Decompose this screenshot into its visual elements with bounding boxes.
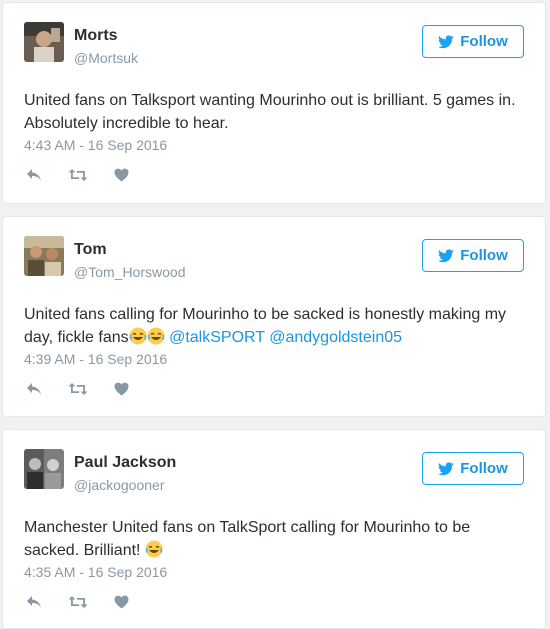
twitter-bird-icon xyxy=(438,248,454,262)
user-handle[interactable]: @Mortsuk xyxy=(74,50,138,66)
twitter-bird-icon xyxy=(438,34,454,48)
follow-label: Follow xyxy=(460,33,508,50)
like-icon[interactable] xyxy=(114,168,129,182)
tweet-text-body: United fans calling for Mourinho to be s… xyxy=(24,306,507,346)
mention-link[interactable]: @talkSPORT xyxy=(169,329,265,346)
follow-button[interactable]: Follow xyxy=(422,452,524,485)
avatar[interactable] xyxy=(24,236,64,276)
follow-label: Follow xyxy=(460,460,508,477)
avatar[interactable] xyxy=(24,449,64,489)
tweet-card: Paul Jackson @jackogooner Follow Manches… xyxy=(2,429,546,629)
user-handle[interactable]: @Tom_Horswood xyxy=(74,264,185,280)
timestamp[interactable]: 4:39 AM - 16 Sep 2016 xyxy=(24,351,167,367)
tweet-text-body: Manchester United fans on TalkSport call… xyxy=(24,519,471,559)
timestamp[interactable]: 4:43 AM - 16 Sep 2016 xyxy=(24,137,167,153)
tweet-card: Tom @Tom_Horswood Follow United fans cal… xyxy=(2,216,546,417)
follow-button[interactable]: Follow xyxy=(422,239,524,272)
tweet-text: United fans calling for Mourinho to be s… xyxy=(24,303,529,352)
retweet-icon[interactable] xyxy=(68,595,88,609)
twitter-bird-icon xyxy=(438,461,454,475)
tweet-text: United fans on Talksport wanting Mourinh… xyxy=(24,92,516,132)
laughing-emoji-icon xyxy=(145,540,163,565)
timestamp[interactable]: 4:35 AM - 16 Sep 2016 xyxy=(24,564,167,580)
reply-icon[interactable] xyxy=(26,595,42,609)
like-icon[interactable] xyxy=(114,382,129,396)
like-icon[interactable] xyxy=(114,595,129,609)
tweet-text: Manchester United fans on TalkSport call… xyxy=(24,516,529,565)
tweet-actions xyxy=(26,382,155,396)
follow-label: Follow xyxy=(460,247,508,264)
reply-icon[interactable] xyxy=(26,382,42,396)
mention-link[interactable]: @andygoldstein05 xyxy=(269,329,402,346)
tweet-actions xyxy=(26,168,155,182)
laughing-emoji-icon xyxy=(147,327,165,352)
avatar[interactable] xyxy=(24,22,64,62)
tweet-card: Morts @Mortsuk Follow United fans on Tal… xyxy=(2,2,546,204)
reply-icon[interactable] xyxy=(26,168,42,182)
laughing-emoji-icon xyxy=(129,327,147,352)
tweet-actions xyxy=(26,595,155,609)
retweet-icon[interactable] xyxy=(68,382,88,396)
retweet-icon[interactable] xyxy=(68,168,88,182)
user-handle[interactable]: @jackogooner xyxy=(74,477,165,493)
user-name[interactable]: Morts xyxy=(74,27,118,45)
user-name[interactable]: Paul Jackson xyxy=(74,454,176,472)
follow-button[interactable]: Follow xyxy=(422,25,524,58)
user-name[interactable]: Tom xyxy=(74,241,107,259)
